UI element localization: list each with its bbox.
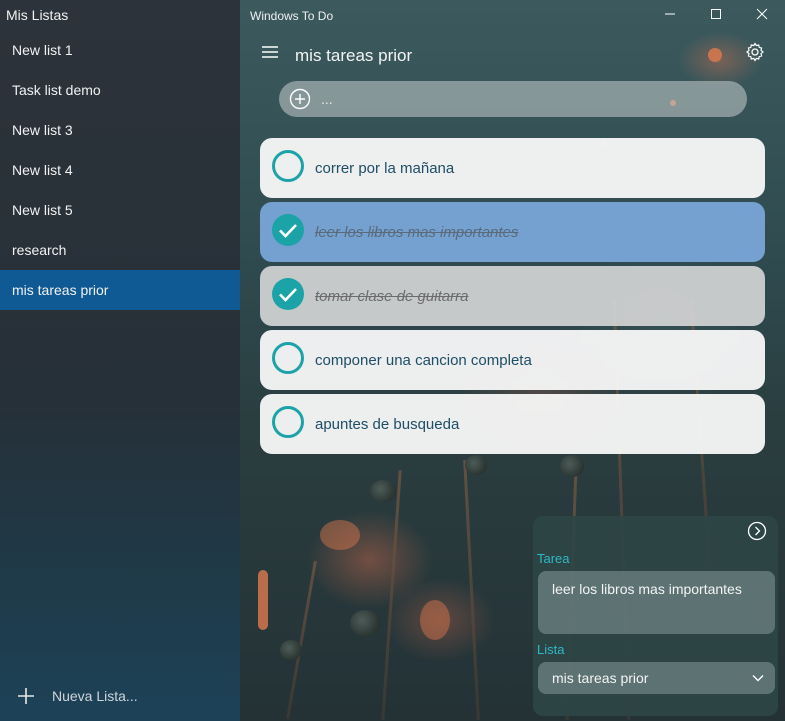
sidebar-item-new-list-5[interactable]: New list 5 xyxy=(0,190,240,230)
window-controls xyxy=(647,0,785,32)
task-text: tomar clase de guitarra xyxy=(315,287,469,305)
close-icon xyxy=(756,7,768,25)
settings-button[interactable] xyxy=(743,41,767,67)
task-item[interactable]: correr por la mañana xyxy=(260,138,765,198)
task-text: apuntes de busqueda xyxy=(315,415,460,433)
add-circle-icon[interactable] xyxy=(279,88,321,110)
task-text: leer los libros mas importantes xyxy=(315,223,519,241)
close-button[interactable] xyxy=(739,0,785,32)
list-field-label: Lista xyxy=(537,642,565,657)
empty-circle-icon xyxy=(271,149,305,188)
task-text: componer una cancion completa xyxy=(315,351,532,369)
sidebar-item-new-list-1[interactable]: New list 1 xyxy=(0,30,240,70)
close-detail-button[interactable] xyxy=(746,521,768,546)
minimize-icon xyxy=(664,7,676,25)
sidebar-title: Mis Listas xyxy=(6,7,69,23)
plus-icon xyxy=(0,686,52,706)
checkmark-circle-icon xyxy=(271,213,305,252)
task-list: correr por la mañana leer los libros mas… xyxy=(260,138,765,458)
sidebar: Mis Listas New list 1 Task list demo New… xyxy=(0,0,240,721)
app-title: Windows To Do xyxy=(250,9,334,23)
sidebar-item-new-list-3[interactable]: New list 3 xyxy=(0,110,240,150)
task-field-label: Tarea xyxy=(537,551,570,566)
sidebar-item-task-list-demo[interactable]: Task list demo xyxy=(0,70,240,110)
sidebar-item-mis-tareas-prior[interactable]: mis tareas prior xyxy=(0,270,240,310)
task-name-field[interactable]: leer los libros mas importantes xyxy=(538,571,775,634)
sidebar-list: New list 1 Task list demo New list 3 New… xyxy=(0,30,240,310)
task-item[interactable]: leer los libros mas importantes xyxy=(260,202,765,262)
task-checkbox[interactable] xyxy=(260,213,315,252)
page-title: mis tareas prior xyxy=(295,46,413,65)
task-checkbox[interactable] xyxy=(260,341,315,380)
new-list-button[interactable]: Nueva Lista... xyxy=(0,676,240,716)
task-item[interactable]: apuntes de busqueda xyxy=(260,394,765,454)
maximize-icon xyxy=(710,7,722,25)
task-text: correr por la mañana xyxy=(315,159,455,177)
sidebar-item-research[interactable]: research xyxy=(0,230,240,270)
empty-circle-icon xyxy=(271,405,305,444)
minimize-button[interactable] xyxy=(647,0,693,32)
list-select[interactable]: mis tareas prior xyxy=(538,662,775,694)
new-list-label: Nueva Lista... xyxy=(52,688,138,704)
task-checkbox[interactable] xyxy=(260,405,315,444)
gear-icon xyxy=(745,41,765,67)
maximize-button[interactable] xyxy=(693,0,739,32)
task-checkbox[interactable] xyxy=(260,149,315,188)
sidebar-item-new-list-4[interactable]: New list 4 xyxy=(0,150,240,190)
menu-button[interactable] xyxy=(258,42,282,66)
task-checkbox[interactable] xyxy=(260,277,315,316)
list-select-value: mis tareas prior xyxy=(552,670,649,686)
task-detail-panel: Tarea leer los libros mas importantes Li… xyxy=(533,516,778,716)
checkmark-circle-icon xyxy=(271,277,305,316)
chevron-down-icon xyxy=(751,671,765,688)
main-panel: Windows To Do mis tareas prior ... corre… xyxy=(240,0,785,721)
task-item[interactable]: tomar clase de guitarra xyxy=(260,266,765,326)
hamburger-icon xyxy=(261,45,279,64)
add-task-input[interactable] xyxy=(321,91,721,107)
add-task-bar[interactable] xyxy=(279,81,747,117)
empty-circle-icon xyxy=(271,341,305,380)
chevron-right-circle-icon xyxy=(747,521,767,546)
task-item[interactable]: componer una cancion completa xyxy=(260,330,765,390)
